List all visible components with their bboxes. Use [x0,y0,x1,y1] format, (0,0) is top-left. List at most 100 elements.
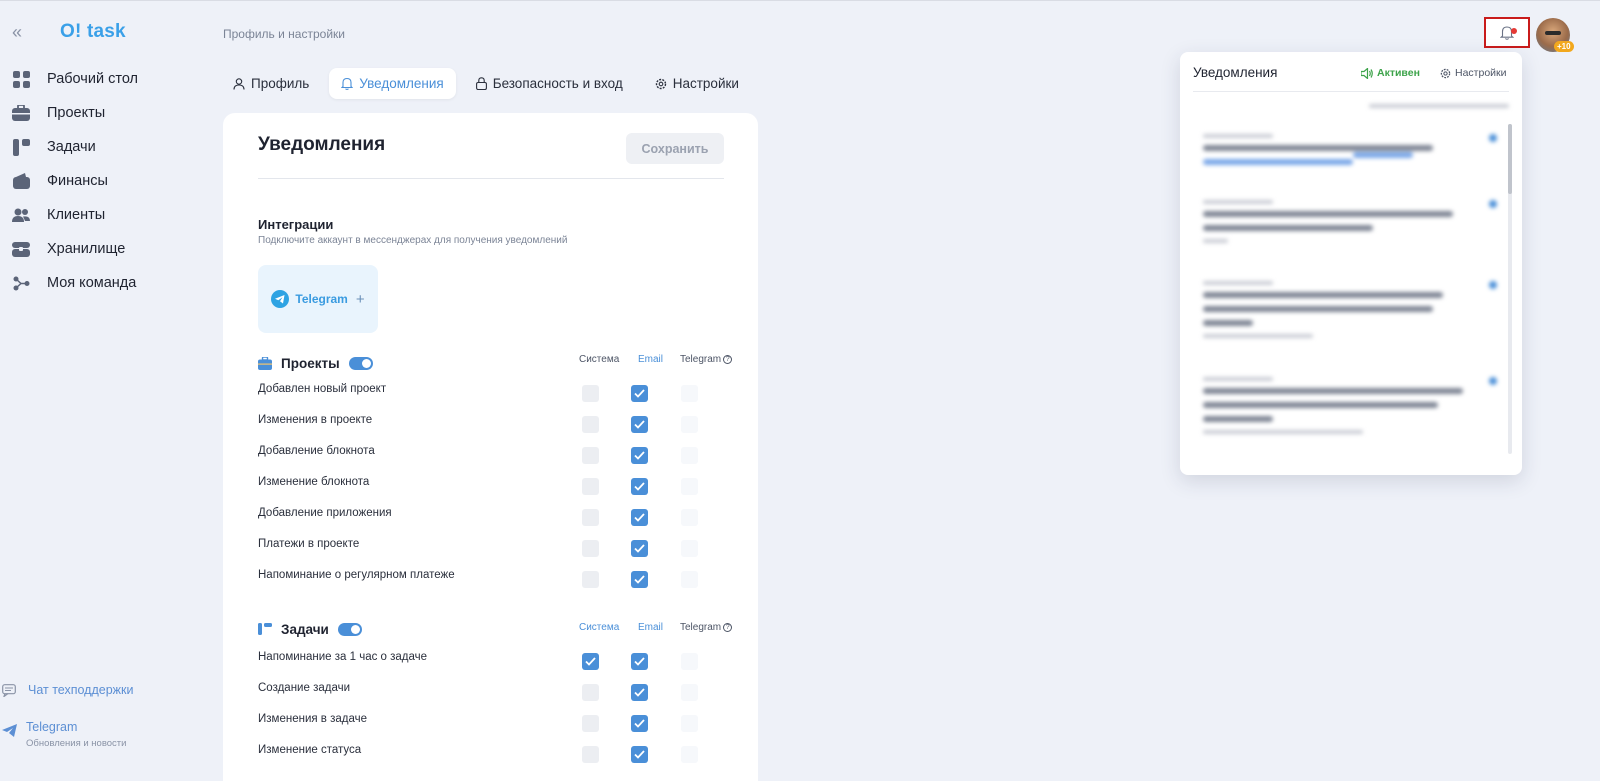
sidebar-item-storage[interactable]: Хранилище [12,232,138,266]
telegram-checkbox[interactable] [681,478,698,495]
sidebar-item-label: Клиенты [47,207,106,223]
email-checkbox[interactable] [631,385,648,402]
telegram-checkbox[interactable] [681,447,698,464]
email-checkbox[interactable] [631,447,648,464]
tasks-icon [258,623,272,635]
sidebar-item-finance[interactable]: Финансы [12,164,138,198]
email-checkbox[interactable] [631,715,648,732]
system-checkbox[interactable] [582,385,599,402]
telegram-checkbox[interactable] [681,715,698,732]
telegram-plane-icon [2,724,17,737]
section-projects-toggle[interactable] [348,356,373,370]
email-checkbox[interactable] [631,571,648,588]
telegram-checkbox[interactable] [681,684,698,701]
collapse-sidebar-icon[interactable]: « [12,22,22,43]
email-checkbox[interactable] [631,509,648,526]
email-checkbox[interactable] [631,478,648,495]
mark-all-read-link[interactable] [1369,104,1509,108]
notification-item[interactable] [1203,377,1497,434]
telegram-checkbox[interactable] [681,385,698,402]
email-checkbox[interactable] [631,653,648,670]
telegram-checkbox[interactable] [681,746,698,763]
notifications-list-blurred[interactable] [1193,100,1511,457]
tab-settings[interactable]: Настройки [643,68,751,99]
system-checkbox[interactable] [582,684,599,701]
notification-row-label: Платежи в проекте [258,538,360,550]
divider [1193,91,1509,92]
tab-profile[interactable]: Профиль [223,68,321,99]
telegram-checkbox[interactable] [681,509,698,526]
telegram-title: Telegram [26,720,78,734]
notifications-bell-button[interactable] [1484,17,1530,48]
telegram-checkbox[interactable] [681,540,698,557]
system-checkbox[interactable] [582,509,599,526]
save-button[interactable]: Сохранить [626,133,724,164]
system-checkbox[interactable] [582,715,599,732]
system-checkbox[interactable] [582,478,599,495]
email-checkbox[interactable] [631,746,648,763]
notification-row-label: Изменения в проекте [258,414,373,426]
sidebar-item-tasks[interactable]: Задачи [12,130,138,164]
briefcase-icon [258,356,272,370]
notification-row-label: Добавление блокнота [258,445,375,457]
system-checkbox[interactable] [582,571,599,588]
notification-item[interactable] [1203,134,1497,173]
support-chat-link[interactable]: Чат техподдержки [0,683,133,697]
telegram-checkbox[interactable] [681,416,698,433]
storage-icon [12,240,30,258]
notification-item[interactable] [1203,200,1497,243]
tab-label: Настройки [672,76,739,91]
system-checkbox[interactable] [582,447,599,464]
team-icon [12,274,30,292]
email-checkbox[interactable] [631,416,648,433]
column-telegram-header: Telegram? [680,354,733,365]
sidebar-item-team[interactable]: Моя команда [12,266,138,300]
settings-label: Настройки [1455,67,1507,79]
panel-title: Уведомления [1193,65,1278,80]
app-logo[interactable]: O! task [60,21,126,43]
tab-security[interactable]: Безопасность и вход [464,68,635,99]
chat-icon [2,683,16,697]
user-icon [233,77,245,90]
notification-item[interactable] [1203,281,1497,338]
sidebar-item-label: Рабочий стол [47,71,139,87]
section-tasks-toggle[interactable] [337,622,362,636]
column-system-header: Система [579,354,620,365]
sidebar-item-dashboard[interactable]: Рабочий стол [12,62,138,96]
system-checkbox[interactable] [582,416,599,433]
notifications-settings-link[interactable]: Настройки [1440,67,1507,79]
system-checkbox[interactable] [582,746,599,763]
section-name: Задачи [281,621,329,637]
notification-row-label: Напоминание о регулярном платеже [258,569,455,581]
panel-scrollbar[interactable] [1508,124,1512,454]
briefcase-icon [12,104,30,122]
telegram-checkbox[interactable] [681,653,698,670]
notification-row-label: Напоминание за 1 час о задаче [258,651,428,663]
divider [258,178,724,179]
help-icon[interactable]: ? [723,355,733,364]
email-checkbox[interactable] [631,540,648,557]
notifications-status[interactable]: Активен [1361,67,1420,79]
telegram-subtitle: Обновления и новости [26,738,127,749]
notification-row-label: Добавление приложения [258,507,392,519]
top-border [0,0,1600,1]
sidebar-item-projects[interactable]: Проекты [12,96,138,130]
connect-telegram-button[interactable]: Telegram + [258,265,378,333]
notification-row-label: Изменение статуса [258,744,362,756]
sidebar-item-clients[interactable]: Клиенты [12,198,138,232]
sidebar-item-label: Моя команда [47,275,137,291]
tab-notifications[interactable]: Уведомления [329,68,456,99]
tab-label: Профиль [251,76,310,91]
sidebar-item-label: Хранилище [47,241,126,257]
section-projects-header: Проекты [258,354,373,372]
avatar[interactable]: +10 [1536,18,1574,52]
telegram-checkbox[interactable] [681,571,698,588]
section-name: Проекты [281,355,340,371]
system-checkbox[interactable] [582,540,599,557]
system-checkbox[interactable] [582,653,599,670]
email-checkbox[interactable] [631,684,648,701]
clients-icon [12,206,30,224]
help-icon[interactable]: ? [723,623,733,632]
status-label: Активен [1377,67,1420,79]
support-chat-label: Чат техподдержки [28,683,134,697]
